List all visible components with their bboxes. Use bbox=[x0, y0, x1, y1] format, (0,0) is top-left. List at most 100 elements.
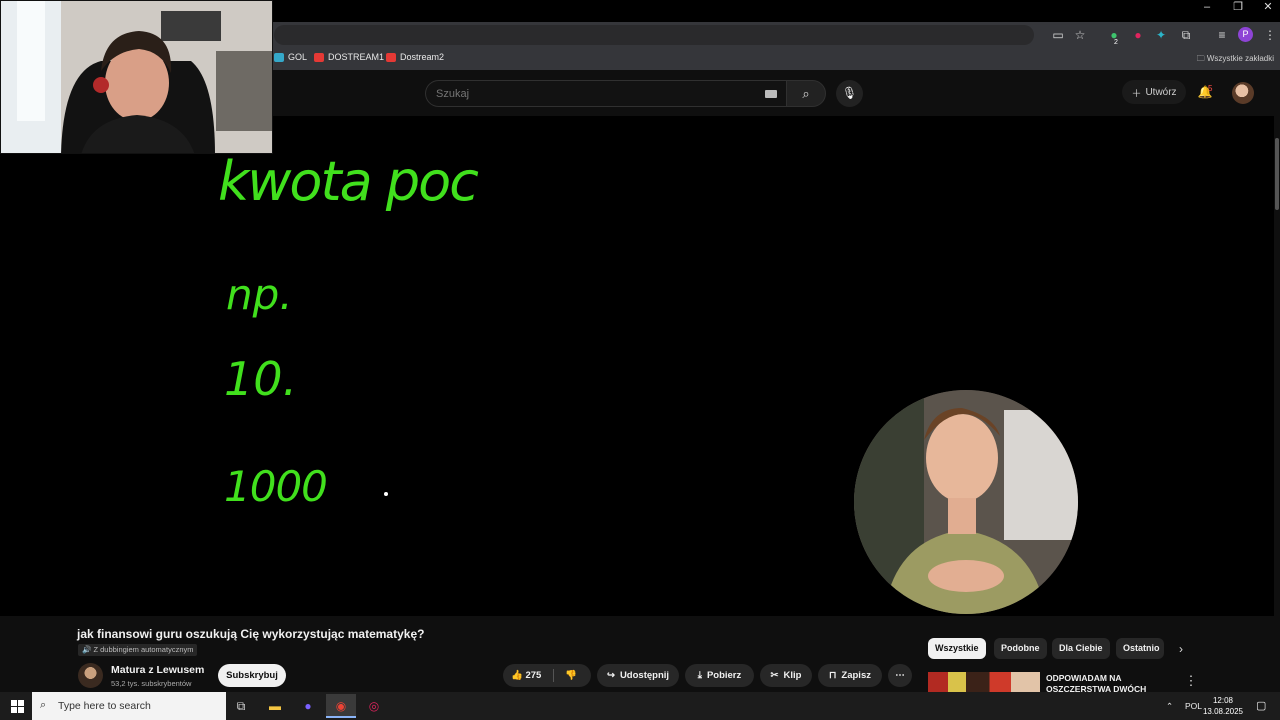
gol-favicon-icon bbox=[274, 52, 284, 62]
share-button[interactable]: ↪ Udostępnij bbox=[597, 664, 679, 687]
channel-name[interactable]: Matura z Lewusem bbox=[111, 664, 204, 676]
windows-logo-tile bbox=[11, 707, 17, 713]
bookmark-gol[interactable]: GOL bbox=[274, 52, 307, 62]
menu-icon[interactable]: ⋮ bbox=[1262, 27, 1278, 43]
task-view-icon[interactable]: ⧉ bbox=[226, 694, 256, 718]
more-actions-button[interactable]: ⋯ bbox=[888, 664, 912, 687]
create-label: Utwórz bbox=[1145, 86, 1177, 98]
dubbing-icon: 🔊 bbox=[82, 645, 94, 654]
notification-center-icon[interactable]: ▢ bbox=[1256, 692, 1266, 720]
all-bookmarks[interactable]: 🗀 Wszystkie zakładki bbox=[1197, 53, 1274, 67]
folder-icon: 🗀 bbox=[1196, 54, 1207, 63]
download-button[interactable]: ⤓ Pobierz bbox=[685, 664, 754, 687]
like-count: 275 bbox=[525, 670, 542, 681]
puzzle-icon[interactable]: ⧉ bbox=[1178, 27, 1194, 43]
bookmark-dostream2[interactable]: Dostream2 bbox=[386, 52, 444, 62]
dislike-button[interactable]: 👎 bbox=[565, 670, 577, 681]
chrome-icon[interactable]: ◉ bbox=[326, 694, 356, 718]
save-label: Zapisz bbox=[841, 670, 871, 681]
scrollbar-thumb[interactable] bbox=[1275, 138, 1279, 210]
clip-button[interactable]: ✂ Klip bbox=[760, 664, 812, 687]
youtube-favicon-icon bbox=[314, 52, 324, 62]
cursor-dot bbox=[384, 492, 388, 496]
save-button[interactable]: ⊓ Zapisz bbox=[818, 664, 882, 687]
all-bookmarks-label: Wszystkie zakładki bbox=[1206, 54, 1274, 63]
chip-related[interactable]: Podobne bbox=[994, 638, 1047, 659]
search-button[interactable]: ⌕ bbox=[786, 80, 826, 107]
taskbar-clock[interactable]: 12:08 13.08.2025 bbox=[1200, 695, 1246, 717]
handwriting-line-1: kwota poc bbox=[218, 150, 479, 213]
channel-avatar[interactable] bbox=[78, 663, 103, 688]
install-icon[interactable]: ▭ bbox=[1050, 27, 1066, 43]
bookmark-label: GOL bbox=[288, 52, 308, 62]
presenter-figure bbox=[854, 390, 1078, 614]
youtube-favicon-icon bbox=[386, 52, 396, 62]
start-button[interactable] bbox=[0, 692, 32, 720]
create-button[interactable]: ＋ Utwórz bbox=[1122, 80, 1186, 104]
windows-logo-icon bbox=[11, 700, 17, 706]
subscriber-count: 53,2 tys. subskrybentów bbox=[111, 679, 192, 688]
plus-icon: ＋ bbox=[1131, 88, 1142, 100]
search-icon: ⌕ bbox=[802, 86, 810, 101]
search-box bbox=[425, 80, 787, 107]
clock-date: 13.08.2025 bbox=[1202, 707, 1244, 716]
media-icon[interactable]: ≡ bbox=[1214, 27, 1230, 43]
like-dislike-group: 👍 275 👎 bbox=[503, 664, 591, 687]
dubbing-label: Z dubbingiem automatycznym bbox=[93, 645, 194, 654]
address-bar[interactable] bbox=[274, 25, 1034, 45]
share-icon: ↪ bbox=[606, 670, 615, 681]
handwriting-line-3: 10. bbox=[224, 352, 298, 406]
tray-overflow-icon[interactable]: ⌃ bbox=[1166, 692, 1173, 720]
extension-teal-icon[interactable]: ✦ bbox=[1153, 27, 1169, 43]
download-icon: ⤓ bbox=[697, 670, 702, 681]
profile-avatar[interactable]: P bbox=[1238, 27, 1253, 42]
chip-recent[interactable]: Ostatnio bbox=[1116, 638, 1164, 659]
presenter-video-circle bbox=[854, 390, 1078, 614]
close-window-button[interactable]: ✕ bbox=[1253, 0, 1280, 14]
chip-all[interactable]: Wszystkie bbox=[928, 638, 986, 659]
streamer-webcam bbox=[0, 0, 273, 154]
thumbs-down-icon: 👎 bbox=[565, 670, 577, 681]
dubbing-badge: 🔊 Z dubbingiem automatycznym bbox=[78, 644, 198, 656]
windows-logo-tile bbox=[18, 707, 24, 713]
search-input[interactable] bbox=[436, 86, 736, 102]
windows-taskbar: Type here to search ⌕ ⧉ ▬ ● ◉ ◎ ⌃ POL 12… bbox=[0, 692, 1280, 720]
star-icon[interactable]: ☆ bbox=[1072, 27, 1088, 43]
maximize-button[interactable]: ❐ bbox=[1223, 0, 1253, 14]
like-button[interactable]: 👍 275 bbox=[511, 670, 541, 681]
like-separator bbox=[553, 669, 554, 682]
discord-icon[interactable]: ● bbox=[293, 694, 323, 718]
video-player[interactable] bbox=[0, 116, 1280, 616]
taskbar-search[interactable]: Type here to search bbox=[32, 692, 226, 720]
bookmark-dostream1[interactable]: DOSTREAM1 bbox=[314, 52, 384, 62]
more-icon: ⋯ bbox=[895, 670, 905, 681]
chevron-right-icon[interactable]: › bbox=[1174, 640, 1188, 658]
minimize-button[interactable]: – bbox=[1192, 0, 1222, 14]
handwriting-line-4: 1000 bbox=[224, 462, 328, 511]
taskbar-search-icon: ⌕ bbox=[40, 699, 47, 711]
recommended-thumbnail[interactable] bbox=[928, 672, 1040, 692]
download-label: Pobierz bbox=[706, 670, 742, 681]
mic-icon: 🎙 bbox=[841, 86, 858, 100]
file-explorer-icon[interactable]: ▬ bbox=[260, 694, 290, 718]
extension-red-icon[interactable]: ● bbox=[1130, 27, 1146, 43]
app-icon[interactable]: ◎ bbox=[359, 694, 389, 718]
clip-label: Klip bbox=[783, 670, 802, 681]
voice-search-button[interactable]: 🎙 bbox=[836, 80, 863, 107]
handwriting-line-2: np. bbox=[226, 270, 293, 319]
clock-time: 12:08 bbox=[1212, 696, 1234, 705]
notification-count: 5 bbox=[1208, 84, 1213, 93]
bookmark-label: Dostream2 bbox=[400, 52, 445, 62]
webcam-scene bbox=[1, 1, 272, 153]
video-title: jak finansowi guru oszukują Cię wykorzys… bbox=[77, 627, 425, 641]
account-avatar[interactable] bbox=[1232, 82, 1254, 104]
keyboard-icon[interactable] bbox=[765, 90, 777, 98]
bookmark-label: DOSTREAM1 bbox=[328, 52, 385, 62]
chip-for-you[interactable]: Dla Ciebie bbox=[1052, 638, 1110, 659]
windows-logo-tile bbox=[18, 700, 24, 706]
recommended-title[interactable]: ODPOWIADAM NA OSZCZERSTWA DWÓCH bbox=[1046, 673, 1166, 692]
recommended-more-icon[interactable]: ⋮ bbox=[1184, 672, 1198, 690]
subscribe-button[interactable]: Subskrybuj bbox=[218, 664, 286, 687]
scissors-icon: ✂ bbox=[770, 670, 779, 681]
bookmark-icon: ⊓ bbox=[829, 670, 837, 681]
